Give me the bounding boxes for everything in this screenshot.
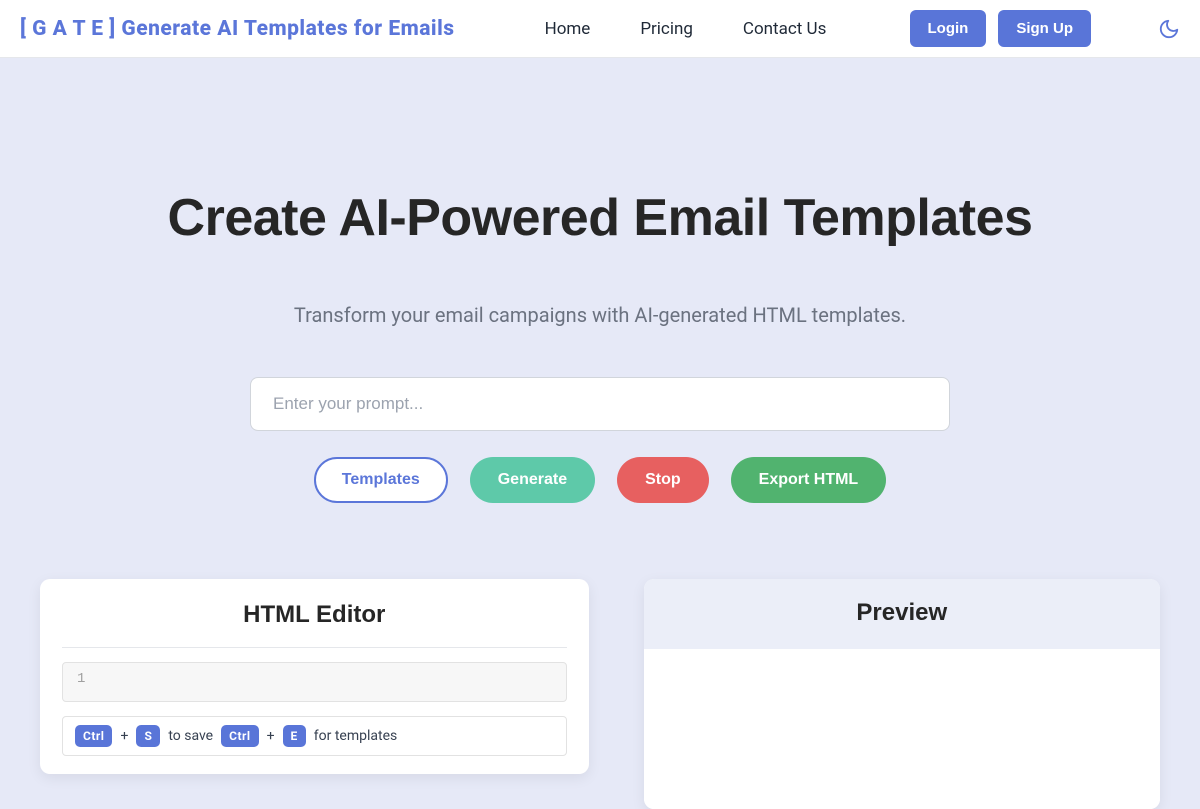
header-actions: Login Sign Up <box>910 10 1181 47</box>
signup-button[interactable]: Sign Up <box>998 10 1091 47</box>
editor-divider <box>62 647 567 648</box>
action-row: Templates Generate Stop Export HTML <box>0 457 1200 503</box>
templates-button[interactable]: Templates <box>314 457 448 503</box>
header-bar: [ G A T E ] Generate AI Templates for Em… <box>0 0 1200 58</box>
line-number: 1 <box>77 671 85 687</box>
preview-header: Preview <box>644 579 1160 649</box>
hero-title: Create AI-Powered Email Templates <box>0 188 1200 248</box>
kbd-ctrl-1: Ctrl <box>75 725 112 747</box>
kbd-plus-1: + <box>120 728 128 744</box>
export-html-button[interactable]: Export HTML <box>731 457 887 503</box>
hint-to-save: to save <box>168 728 213 744</box>
preview-title: Preview <box>644 599 1160 627</box>
generate-button[interactable]: Generate <box>470 457 595 503</box>
prompt-input[interactable] <box>250 377 950 431</box>
code-editor[interactable]: 1 <box>62 662 567 702</box>
prompt-wrap <box>250 377 950 431</box>
kbd-s: S <box>136 725 160 747</box>
hero-section: Create AI-Powered Email Templates Transf… <box>0 58 1200 543</box>
nav-home[interactable]: Home <box>545 19 591 39</box>
preview-panel: Preview <box>644 579 1160 809</box>
brand-logo[interactable]: [ G A T E ] Generate AI Templates for Em… <box>20 17 455 41</box>
hint-for-templates: for templates <box>314 728 397 744</box>
editor-title: HTML Editor <box>62 601 567 629</box>
panels-row: HTML Editor 1 Ctrl + S to save Ctrl + E … <box>0 579 1200 809</box>
shortcut-hint: Ctrl + S to save Ctrl + E for templates <box>62 716 567 756</box>
nav-links: Home Pricing Contact Us <box>545 19 827 39</box>
moon-icon[interactable] <box>1158 18 1180 40</box>
hero-subtitle: Transform your email campaigns with AI-g… <box>0 303 1200 327</box>
preview-body <box>644 649 1160 809</box>
kbd-e: E <box>283 725 306 747</box>
nav-pricing[interactable]: Pricing <box>640 19 693 39</box>
kbd-ctrl-2: Ctrl <box>221 725 258 747</box>
nav-contact[interactable]: Contact Us <box>743 19 826 39</box>
editor-panel: HTML Editor 1 Ctrl + S to save Ctrl + E … <box>40 579 589 774</box>
kbd-plus-2: + <box>267 728 275 744</box>
stop-button[interactable]: Stop <box>617 457 709 503</box>
login-button[interactable]: Login <box>910 10 987 47</box>
